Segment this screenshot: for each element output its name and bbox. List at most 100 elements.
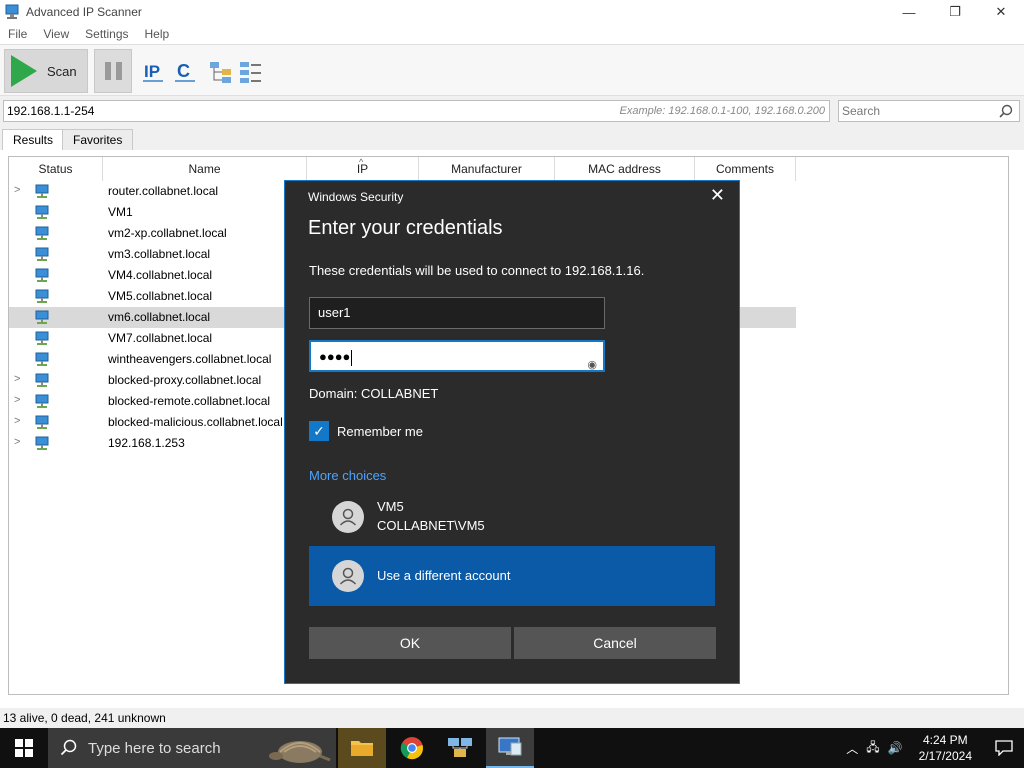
network-icon[interactable]: 🖧 (866, 738, 879, 759)
folder-icon (351, 741, 373, 756)
password-field[interactable]: ●●●● ◉ (309, 340, 605, 372)
clock-time: 4:24 PM (922, 733, 968, 747)
menu-view[interactable]: View (35, 27, 77, 41)
start-button[interactable] (0, 728, 48, 768)
menu-settings[interactable]: Settings (77, 27, 136, 41)
tab-bar: Results Favorites (0, 126, 1024, 150)
domain-label: Domain: COLLABNET (309, 386, 439, 401)
text-cursor (351, 349, 353, 366)
address-row: 192.168.1.1-254 Example: 192.168.0.1-100… (0, 96, 1024, 126)
file-explorer-taskbar-button[interactable] (338, 728, 386, 768)
taskbar-search-box[interactable]: Type here to search (48, 728, 336, 768)
sort-ascending-icon: ^ (359, 157, 364, 167)
computer-online-icon (35, 184, 49, 198)
ip-scan-icon[interactable]: IP (140, 59, 166, 85)
dialog-heading: Enter your credentials (308, 217, 503, 239)
password-mask: ●●●● (319, 349, 351, 364)
system-tray: ︿ 🖧 🔊 4:24 PM 2/17/2024 (846, 728, 1024, 768)
ip-scanner-taskbar-button[interactable] (436, 728, 484, 768)
chrome-icon (400, 737, 423, 760)
collapse-all-icon[interactable] (238, 59, 264, 85)
column-comments[interactable]: Comments (695, 157, 796, 181)
search-placeholder: Search (842, 104, 881, 118)
column-status[interactable]: Status (9, 157, 103, 181)
host-name: wintheavengers.collabnet.local (108, 352, 272, 366)
expand-row-icon[interactable]: > (14, 394, 20, 406)
host-name: vm3.collabnet.local (108, 247, 211, 261)
network-scanner-icon (448, 738, 472, 757)
username-field[interactable]: user1 (309, 297, 605, 329)
host-name: router.collabnet.local (108, 184, 219, 198)
restore-button[interactable]: ❐ (932, 0, 978, 24)
clock[interactable]: 4:24 PM 2/17/2024 (919, 732, 972, 764)
close-icon[interactable]: ✕ (710, 185, 725, 206)
host-name: vm2-xp.collabnet.local (108, 226, 227, 240)
menu-help[interactable]: Help (137, 27, 178, 41)
computer-online-icon (35, 289, 49, 303)
user-avatar-icon (332, 501, 364, 533)
host-name: vm6.collabnet.local (108, 310, 211, 324)
computer-online-icon (35, 436, 49, 450)
svg-text:IP: IP (144, 62, 160, 81)
title-bar: Advanced IP Scanner — ❐ ✕ (0, 0, 1024, 24)
expand-row-icon[interactable]: > (14, 415, 20, 427)
ip-range-input[interactable]: 192.168.1.1-254 Example: 192.168.0.1-100… (3, 100, 830, 122)
account-option-vm5[interactable]: VM5 COLLABNET\VM5 (309, 487, 715, 547)
search-icon (60, 739, 77, 756)
remote-desktop-taskbar-button[interactable] (486, 728, 534, 768)
tab-results[interactable]: Results (2, 129, 65, 150)
computer-online-icon (35, 268, 49, 282)
taskbar: Type here to search ︿ 🖧 🔊 4:24 PM 2/17/2… (0, 728, 1024, 768)
expand-all-icon[interactable] (208, 59, 234, 85)
host-name: blocked-proxy.collabnet.local (108, 373, 262, 387)
svg-text:C: C (177, 61, 190, 81)
ok-button[interactable]: OK (309, 627, 511, 659)
account-full-name: COLLABNET\VM5 (377, 518, 485, 533)
chevron-up-icon[interactable]: ︿ (846, 740, 858, 757)
computer-online-icon (35, 310, 49, 324)
host-name: 192.168.1.253 (108, 436, 185, 450)
computer-online-icon (35, 226, 49, 240)
column-manufacturer[interactable]: Manufacturer (419, 157, 555, 181)
column-mac-address[interactable]: MAC address (555, 157, 695, 181)
scan-button[interactable]: Scan (4, 49, 88, 93)
host-name: VM7.collabnet.local (108, 331, 213, 345)
computer-online-icon (35, 394, 49, 408)
expand-row-icon[interactable]: > (14, 436, 20, 448)
volume-icon[interactable]: 🔊 (888, 741, 903, 755)
expand-row-icon[interactable]: > (14, 373, 20, 385)
computer-online-icon (35, 331, 49, 345)
play-icon (11, 55, 37, 87)
host-name: VM5.collabnet.local (108, 289, 213, 303)
search-input[interactable]: Search (838, 100, 1020, 122)
chrome-taskbar-button[interactable] (388, 728, 436, 768)
menu-file[interactable]: File (0, 27, 35, 41)
use-different-account-option[interactable]: Use a different account (309, 546, 715, 606)
computer-online-icon (35, 247, 49, 261)
different-account-label: Use a different account (377, 568, 511, 583)
remember-me-label: Remember me (337, 423, 423, 439)
user-avatar-icon (332, 560, 364, 592)
ip-range-value: 192.168.1.1-254 (7, 104, 95, 118)
account-name: VM5 (377, 499, 404, 514)
pause-icon (104, 62, 111, 80)
notifications-button[interactable] (984, 728, 1024, 768)
cancel-button[interactable]: Cancel (514, 627, 716, 659)
computer-online-icon (35, 373, 49, 387)
tab-favorites[interactable]: Favorites (62, 129, 134, 150)
more-choices-link[interactable]: More choices (309, 468, 386, 483)
toolbar: Scan IP C (0, 44, 1024, 96)
computer-online-icon (35, 415, 49, 429)
scan-label: Scan (47, 63, 77, 79)
pause-button[interactable] (94, 49, 132, 93)
class-c-icon[interactable]: C (172, 59, 198, 85)
expand-row-icon[interactable]: > (14, 184, 20, 196)
column-name[interactable]: Name (103, 157, 307, 181)
minimize-button[interactable]: — (886, 0, 932, 24)
host-name: VM1 (108, 205, 133, 219)
taskbar-search-placeholder: Type here to search (88, 739, 221, 757)
close-window-button[interactable]: ✕ (978, 0, 1024, 24)
search-highlight-illustration-icon (269, 741, 331, 763)
remember-me-checkbox[interactable]: ✓ Remember me (309, 421, 423, 441)
reveal-password-icon[interactable]: ◉ (587, 350, 597, 380)
